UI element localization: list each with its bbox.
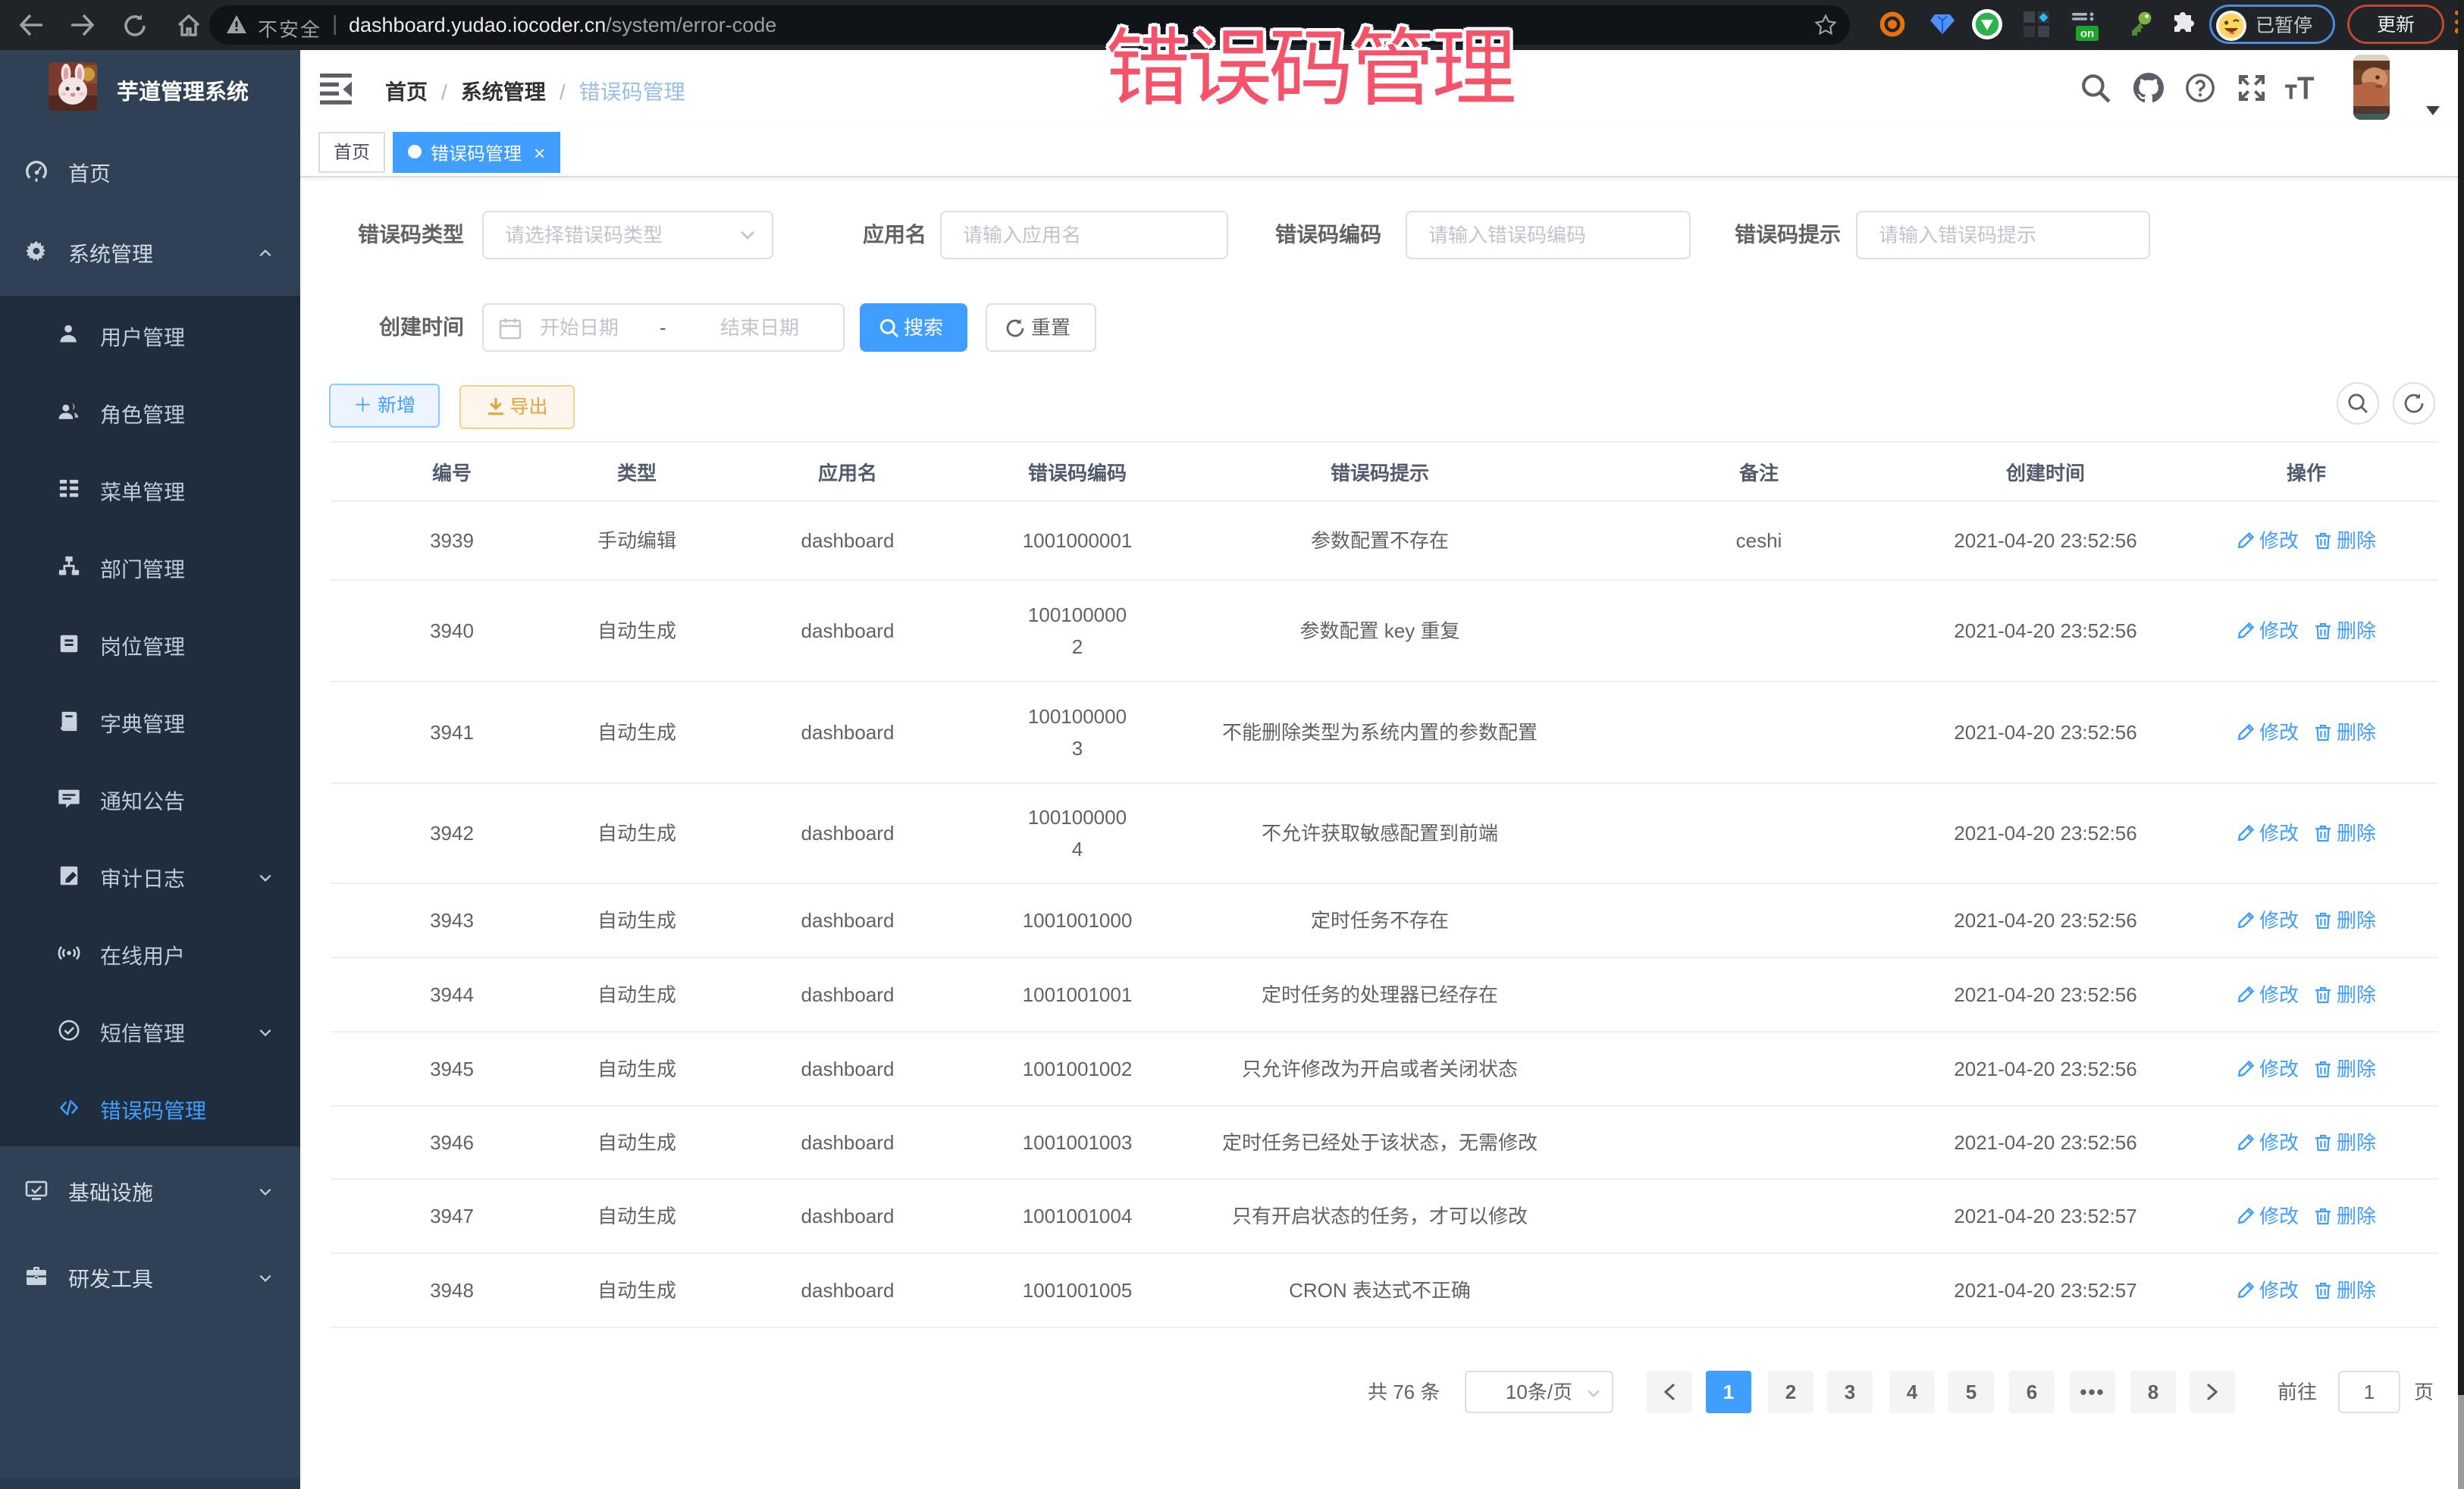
svg-text:on: on (2080, 27, 2094, 40)
